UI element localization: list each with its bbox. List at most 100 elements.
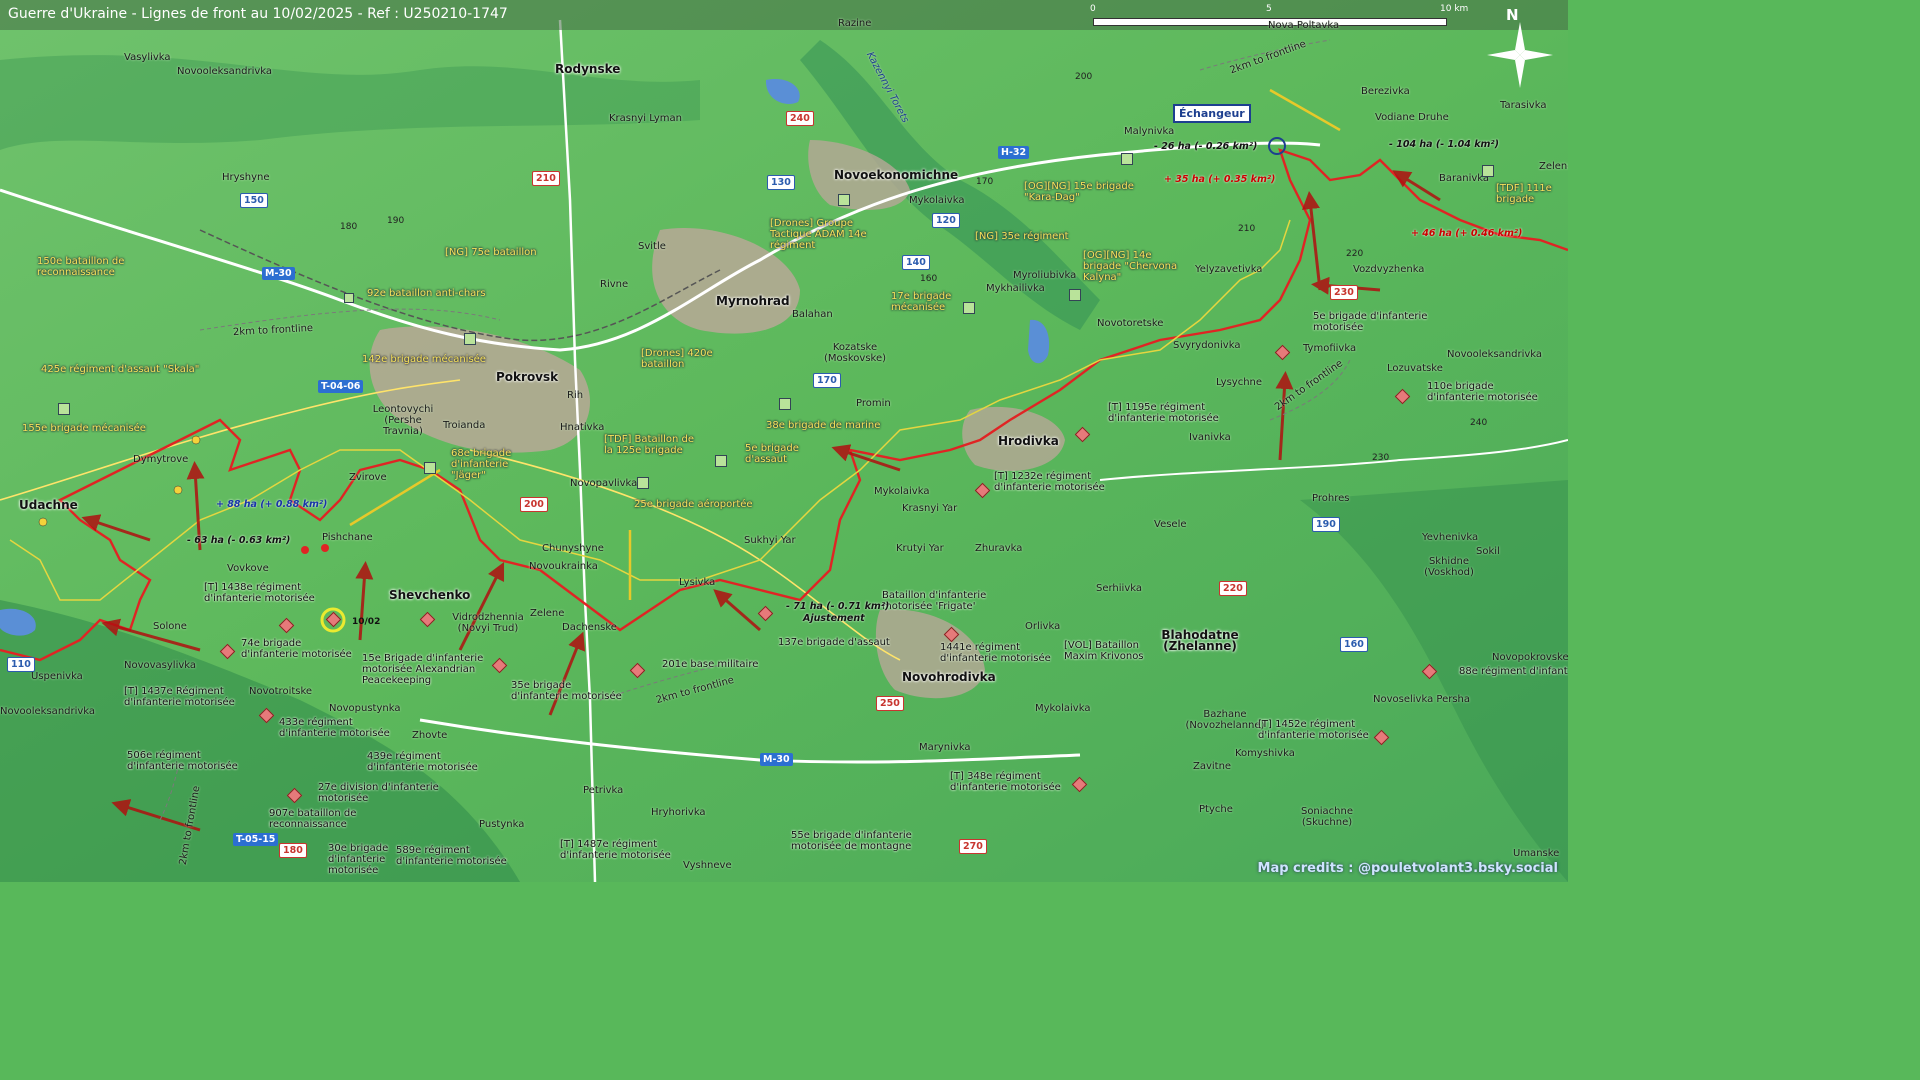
area-change-label: + 88 ha (+ 0.88 km²) <box>216 499 328 510</box>
road-marker: 220 <box>1219 581 1247 596</box>
village-label: Yelyzavetivka <box>1195 264 1263 275</box>
unit-symbol-icon <box>779 398 791 410</box>
village-label: Soniachne (Skuchne) <box>1300 806 1354 828</box>
town-label: Shevchenko <box>389 588 471 602</box>
village-label: Lysychne <box>1216 377 1263 388</box>
village-label: Hryshyne <box>222 172 270 183</box>
unit-label: 25e brigade aéroportée <box>634 499 753 510</box>
scale-tick-5: 5 <box>1266 4 1272 14</box>
unit-label: [T] 1437e Régiment d'infanterie motorisé… <box>124 686 235 708</box>
town-label: Myrnohrad <box>716 294 790 308</box>
town-label: Novohrodivka <box>902 670 996 684</box>
village-label: Serhiivka <box>1096 583 1142 594</box>
village-label: Mykolaivka <box>909 195 965 206</box>
village-label: Vidrodzhennia (Novyi Trud) <box>452 612 524 634</box>
unit-label: Bataillon d'infanterie motorisée 'Frigat… <box>882 590 987 612</box>
unit-label: [OG][NG] 14e brigade "Chervona Kalyna" <box>1083 250 1178 283</box>
unit-label: 201e base militaire <box>662 659 759 670</box>
road-marker: 210 <box>532 171 560 186</box>
village-label: Ivanivka <box>1189 432 1231 443</box>
village-label: Novotroitske <box>249 686 313 697</box>
village-label: Dymytrove <box>133 454 189 465</box>
area-change-label: - 104 ha (- 1.04 km²) <box>1389 139 1499 150</box>
elevation-label: 220 <box>1346 249 1364 259</box>
unit-label: [OG][NG] 15e brigade "Kara-Dag" <box>1024 181 1134 203</box>
town-label: Udachne <box>19 498 78 512</box>
village-label: Solone <box>153 621 187 632</box>
elevation-label: 190 <box>387 216 405 226</box>
compass-rose-icon <box>1487 22 1553 88</box>
village-label: Tymofiivka <box>1303 343 1357 354</box>
village-label: Krutyi Yar <box>896 543 944 554</box>
road-marker: 140 <box>902 255 930 270</box>
road-marker: 270 <box>959 839 987 854</box>
map-title: Guerre d'Ukraine - Lignes de front au 10… <box>8 6 508 22</box>
village-label: Vovkove <box>227 563 269 574</box>
area-change-label: - 63 ha (- 0.63 km²) <box>187 535 291 546</box>
map-canvas[interactable]: Guerre d'Ukraine - Lignes de front au 10… <box>0 0 1568 882</box>
village-label: Zhuravka <box>975 543 1023 554</box>
road-marker: M-30 <box>760 753 793 766</box>
road-marker: 150 <box>240 193 268 208</box>
unit-label: [Drones] Groupe Tactique ADAM 14e régime… <box>770 218 867 251</box>
village-label: Malynivka <box>1124 126 1175 137</box>
village-label: Mykolaivka <box>874 486 930 497</box>
village-label: Pustynka <box>479 819 525 830</box>
town-label: Rodynske <box>555 62 621 76</box>
village-label: Yevhenivka <box>1422 532 1479 543</box>
unit-label: 425e régiment d'assaut "Skala" <box>41 364 200 375</box>
road-marker: 180 <box>279 843 307 858</box>
scale-tick-0: 0 <box>1090 4 1096 14</box>
unit-symbol-icon <box>1121 153 1133 165</box>
unit-label: 142e brigade mécanisée <box>362 354 486 365</box>
town-label: Pokrovsk <box>496 370 559 384</box>
village-label: Novooleksandrivka <box>0 706 96 717</box>
road-marker: H-32 <box>998 146 1030 159</box>
village-label: Krasnyi Lyman <box>609 113 682 124</box>
village-label: Komyshivka <box>1235 748 1295 759</box>
village-label: Promin <box>856 398 891 409</box>
unit-label: 506e régiment d'infanterie motorisée <box>127 750 238 772</box>
unit-label: [TDF] 111e brigade <box>1496 183 1552 205</box>
village-label: Zvirove <box>349 472 387 483</box>
village-label: Lozuvatske <box>1387 363 1443 374</box>
unit-label: 88e régiment d'infant <box>1459 666 1568 677</box>
date-marker: 10/02 <box>352 617 381 627</box>
elevation-label: 160 <box>920 274 938 284</box>
unit-symbol-icon <box>715 455 727 467</box>
village-label: Lysivka <box>679 577 716 588</box>
village-label: Novovasylivka <box>124 660 197 671</box>
unit-label: 5e brigade d'assaut <box>745 443 799 465</box>
road-marker: 160 <box>1340 637 1368 652</box>
road-marker: 130 <box>767 175 795 190</box>
village-label: Leontovychi (Pershe Travnia) <box>372 404 434 437</box>
unit-label: 74e brigade d'infanterie motorisée <box>241 638 352 660</box>
unit-symbol-icon <box>58 403 70 415</box>
unit-label: [T] 1487e régiment d'infanterie motorisé… <box>560 839 671 861</box>
village-label: Zavitne <box>1193 761 1232 772</box>
town-label: Blahodatne (Zhelanne) <box>1161 628 1239 653</box>
village-label: Mykolaivka <box>1035 703 1091 714</box>
road-marker: 170 <box>813 373 841 388</box>
unit-label: 907e bataillon de reconnaissance <box>269 808 357 830</box>
village-label: Vyshneve <box>683 860 732 871</box>
town-label: Novoekonomichne <box>834 168 959 182</box>
unit-label: 92e bataillon anti-chars <box>367 288 486 299</box>
village-label: Dachenske <box>562 622 617 633</box>
road-marker: 250 <box>876 696 904 711</box>
village-label: Novoukrainka <box>529 561 598 572</box>
unit-label: [T] 348e régiment d'infanterie motorisée <box>950 771 1061 793</box>
village-label: Vozdvyzhenka <box>1353 264 1425 275</box>
village-label: Skhidne (Voskhod) <box>1424 556 1474 578</box>
town-label: Hrodivka <box>998 434 1059 448</box>
village-label: Hryhorivka <box>651 807 706 818</box>
village-label: Balahan <box>792 309 833 320</box>
unit-symbol-icon <box>838 194 850 206</box>
village-label: Petrivka <box>583 785 624 796</box>
village-label: Novoselivka Persha <box>1373 694 1471 705</box>
unit-label: 38e brigade de marine <box>766 420 881 431</box>
unit-label: 55e brigade d'infanterie motorisée de mo… <box>791 830 912 852</box>
village-label: Uspenivka <box>31 671 83 682</box>
elevation-label: 210 <box>1238 224 1256 234</box>
unit-label: [VOL] Bataillon Maxim Krivonos <box>1064 640 1144 662</box>
